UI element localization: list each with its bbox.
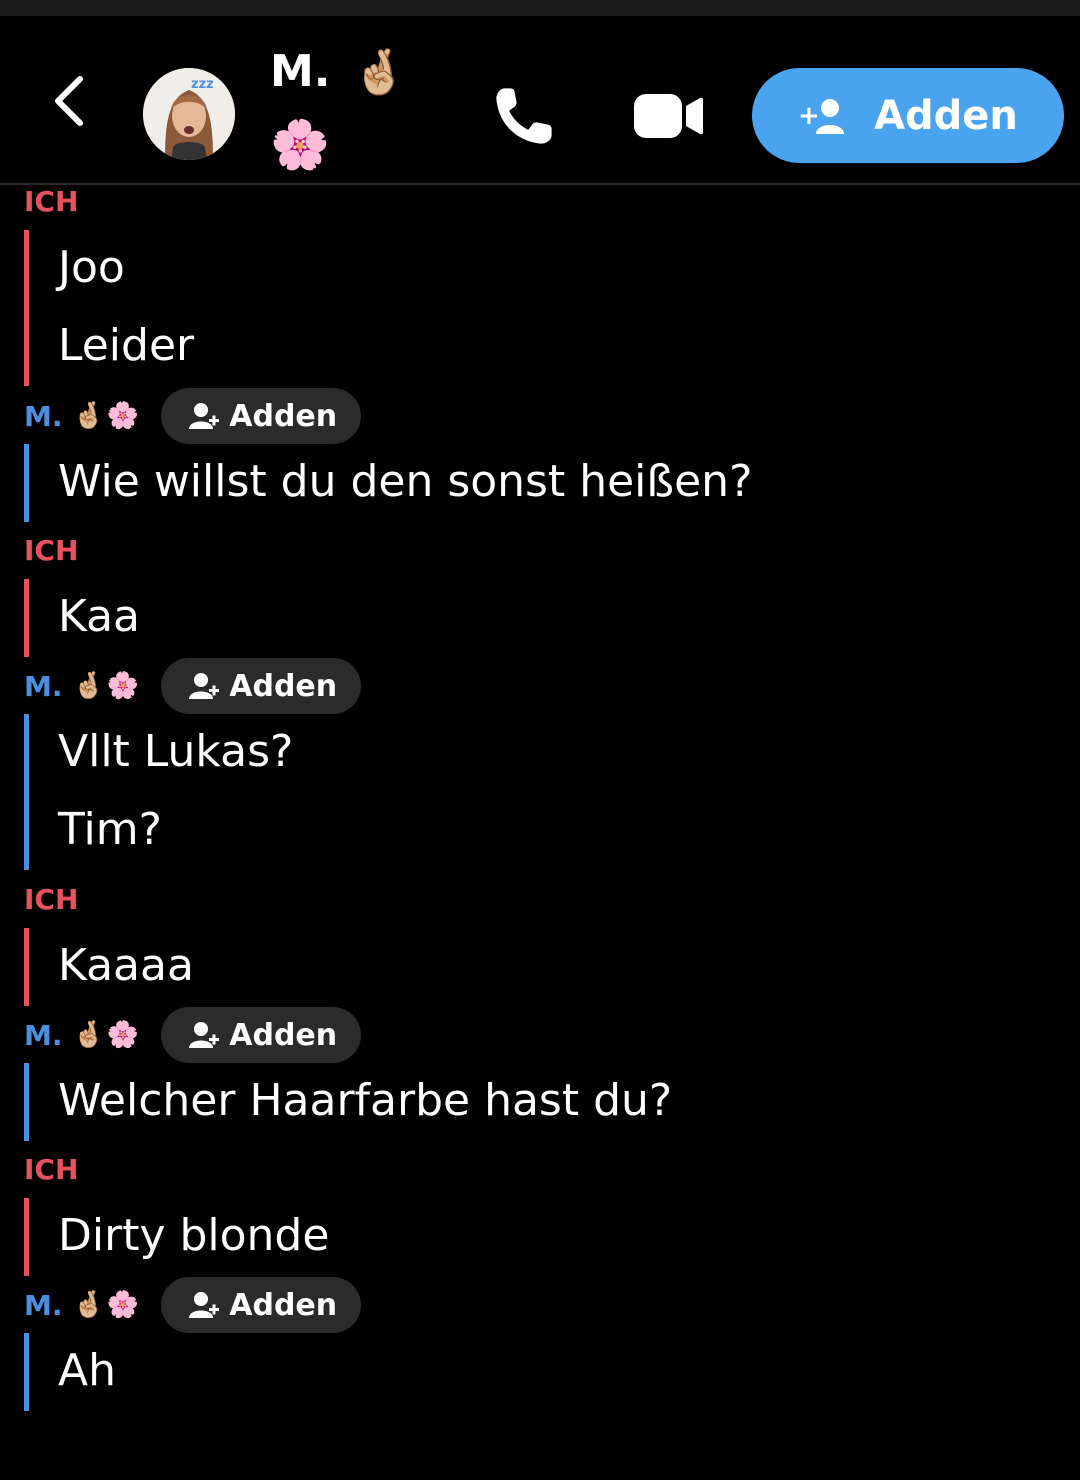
message-group-bar (24, 230, 29, 386)
contact-emoji: 🤞🏼🌸 (72, 401, 142, 431)
add-friend-icon (189, 673, 220, 699)
add-contact-pill[interactable]: Adden (161, 1007, 362, 1063)
add-button-label: Adden (874, 92, 1018, 139)
sender-label-me: ICH (24, 534, 79, 567)
add-pill-label: Adden (229, 1287, 338, 1323)
message-group-bar (24, 714, 29, 870)
sender-label-contact[interactable]: M. (24, 1019, 63, 1052)
avatar[interactable]: zzz (143, 68, 235, 160)
add-pill-label: Adden (229, 1017, 338, 1053)
add-contact-pill[interactable]: Adden (161, 1277, 362, 1333)
message-group-bar (24, 444, 29, 522)
add-pill-label: Adden (229, 398, 338, 434)
message-text[interactable]: Wie willst du den sonst heißen? (58, 456, 752, 507)
add-contact-pill[interactable]: Adden (161, 658, 362, 714)
sender-label-contact[interactable]: M. (24, 1289, 63, 1322)
sender-label-me: ICH (24, 883, 79, 916)
contact-emoji: 🤞🏼🌸 (72, 671, 142, 701)
message-text[interactable]: Tim? (58, 804, 162, 855)
message-group-bar (24, 1063, 29, 1141)
message-text[interactable]: Leider (58, 320, 194, 371)
message-text[interactable]: Dirty blonde (58, 1210, 329, 1261)
message-group-bar (24, 1198, 29, 1276)
message-text[interactable]: Vllt Lukas? (58, 726, 293, 777)
sender-row-contact: M. 🤞🏼🌸 Adden (24, 658, 362, 714)
svg-text:+: + (798, 101, 820, 131)
back-icon[interactable] (40, 71, 100, 131)
add-friend-icon (189, 1292, 220, 1318)
phone-icon[interactable] (490, 82, 558, 150)
svg-text:zzz: zzz (191, 77, 214, 92)
sender-row-contact: M. 🤞🏼🌸 Adden (24, 388, 362, 444)
contact-emoji: 🤞🏼🌸 (72, 1290, 142, 1320)
sender-label-me: ICH (24, 185, 79, 218)
sender-label-me: ICH (24, 1153, 79, 1186)
bitmoji-icon: zzz (143, 68, 235, 160)
message-text[interactable]: Kaaaa (58, 940, 194, 991)
message-text[interactable]: Welcher Haarfarbe hast du? (58, 1075, 672, 1126)
message-text[interactable]: Ah (58, 1345, 116, 1396)
add-pill-label: Adden (229, 668, 338, 704)
add-friend-icon (189, 1022, 220, 1048)
cherry-blossom-emoji: 🌸 (270, 117, 330, 173)
sender-row-contact: M. 🤞🏼🌸 Adden (24, 1277, 362, 1333)
message-text[interactable]: Joo (58, 242, 125, 293)
chat-header: zzz M. 🤞🏼 🌸 + Adden (0, 16, 1080, 184)
contact-emoji: 🤞🏼🌸 (72, 1020, 142, 1050)
add-contact-pill[interactable]: Adden (161, 388, 362, 444)
sender-label-contact[interactable]: M. (24, 400, 63, 433)
sender-label-contact[interactable]: M. (24, 670, 63, 703)
status-bar (0, 0, 1080, 16)
message-group-bar (24, 579, 29, 657)
contact-name[interactable]: M. (270, 46, 331, 97)
header-divider (0, 183, 1080, 185)
video-icon[interactable] (632, 90, 704, 142)
message-group-bar (24, 928, 29, 1006)
add-friend-icon: + (798, 98, 845, 134)
message-group-bar (24, 1333, 29, 1411)
sender-row-contact: M. 🤞🏼🌸 Adden (24, 1007, 362, 1063)
fingers-crossed-emoji: 🤞🏼 (352, 47, 407, 98)
add-friend-icon (189, 403, 220, 429)
add-friend-button[interactable]: + Adden (752, 68, 1064, 163)
message-text[interactable]: Kaa (58, 591, 140, 642)
